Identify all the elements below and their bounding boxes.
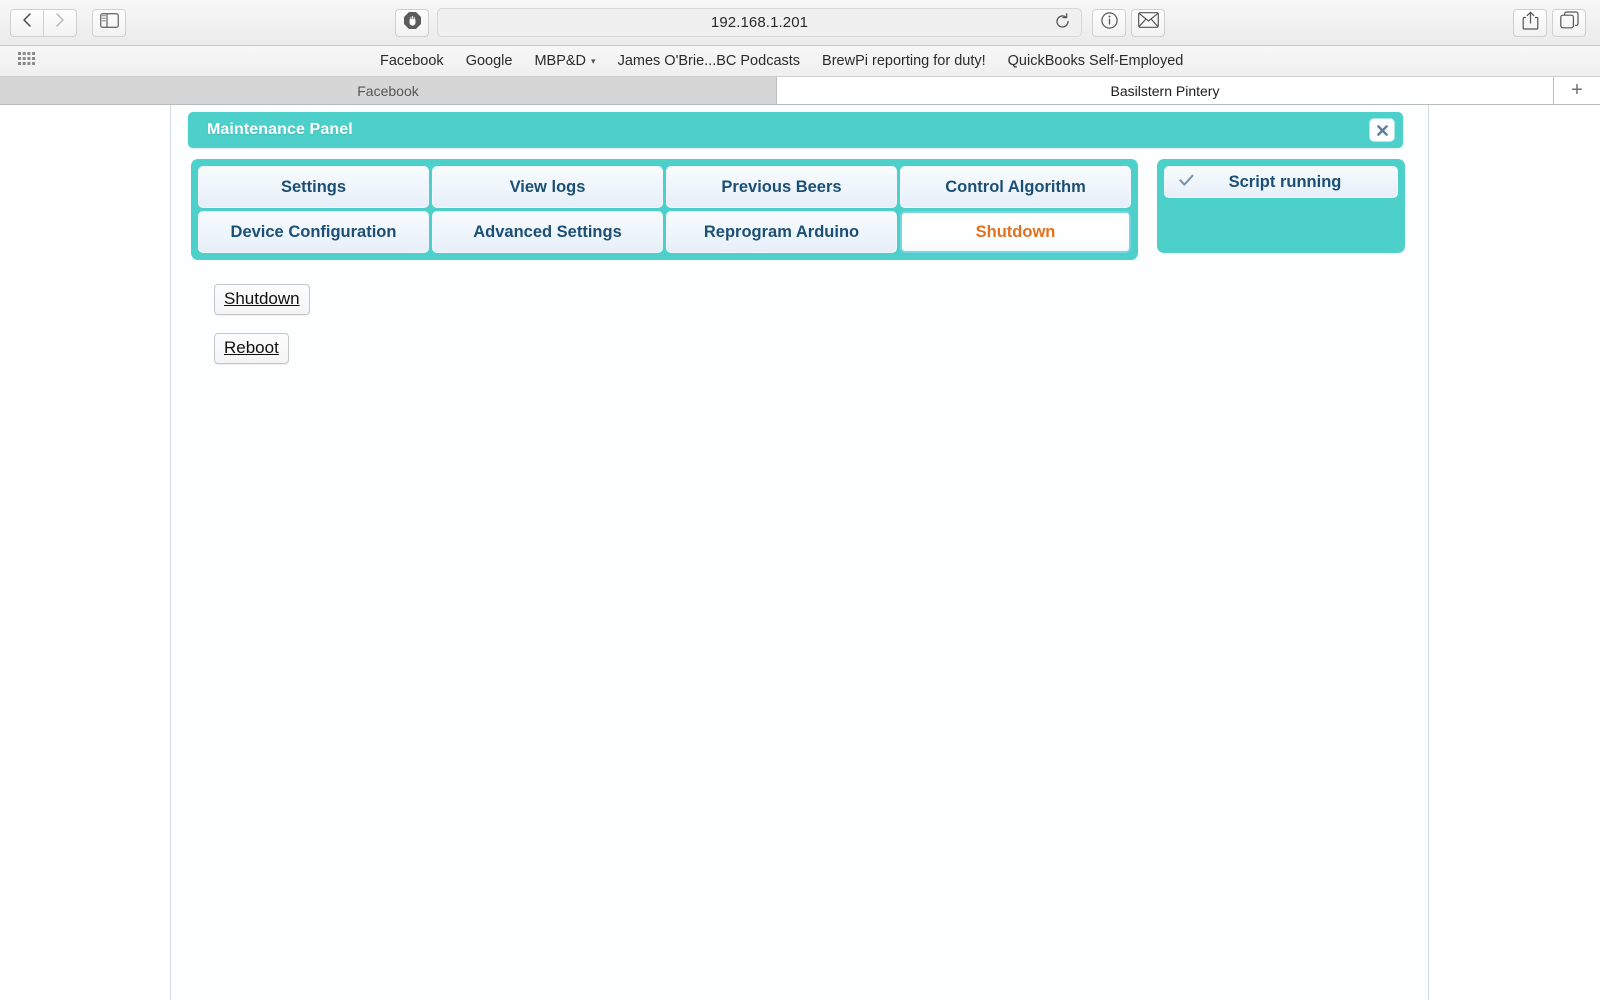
info-circle-icon [1100,11,1119,35]
url-text: 192.168.1.201 [710,14,809,31]
reload-icon[interactable] [1054,13,1071,35]
url-zone: 192.168.1.201 [395,8,1165,37]
new-tab-button[interactable]: + [1554,77,1600,104]
tab-label: Shutdown [975,222,1056,241]
tab-label: Advanced Settings [473,222,622,241]
browser-toolbar: 192.168.1.201 [0,0,1600,46]
shutdown-button[interactable]: Shutdown [214,284,310,315]
sidebar-toggle-icon [99,12,119,33]
browser-tab-basilstern-pintery[interactable]: Basilstern Pintery [777,77,1554,104]
bookmarks-grid-icon [18,51,36,70]
tab-shutdown[interactable]: Shutdown [900,211,1131,253]
bookmark-label: Facebook [380,53,444,69]
bookmark-label: QuickBooks Self-Employed [1007,53,1184,69]
tab-label: Device Configuration [230,222,397,241]
browser-tab-strip: Facebook Basilstern Pintery + [0,77,1600,105]
bookmark-quickbooks[interactable]: QuickBooks Self-Employed [1008,53,1184,69]
tab-previous-beers[interactable]: Previous Beers [666,166,897,208]
tab-label: View logs [509,177,586,196]
chevron-left-icon [21,12,33,33]
close-button[interactable] [1370,119,1394,141]
script-status-block: Script running [1157,159,1405,253]
forward-button[interactable] [43,8,77,37]
close-x-icon [1376,124,1389,137]
bookmark-google[interactable]: Google [466,53,513,69]
tab-label: Control Algorithm [945,177,1086,196]
toolbar-right-group [1513,8,1586,37]
share-upload-icon [1522,11,1539,35]
back-button[interactable] [10,8,44,37]
tab-label: Reprogram Arduino [703,222,860,241]
maintenance-panel: Maintenance Panel Settings View logs Pre… [171,112,1405,364]
bookmark-label: James O'Brie...BC Podcasts [617,53,801,69]
maintenance-panel-header: Maintenance Panel [188,112,1403,148]
maintenance-tabs-row: Settings View logs Previous Beers Contro… [191,159,1405,260]
reader-info-button[interactable] [1092,8,1126,37]
plus-icon: + [1571,79,1583,101]
sidebar-toggle-button[interactable] [92,8,126,37]
tab-settings[interactable]: Settings [198,166,429,208]
tab-label: Basilstern Pintery [1110,82,1220,99]
bookmark-label: MBP&D [534,53,587,69]
bookmark-mbpd[interactable]: MBP&D ▾ [534,53,595,69]
maintenance-nav-block: Settings View logs Previous Beers Contro… [191,159,1138,260]
share-button[interactable] [1513,8,1547,37]
reboot-button-wrap: Reboot [214,333,1405,364]
reboot-button[interactable]: Reboot [214,333,289,364]
tab-overview-icon [1559,11,1579,34]
shutdown-button-wrap: Shutdown [214,284,1405,315]
bookmark-facebook[interactable]: Facebook [380,53,444,69]
tab-view-logs[interactable]: View logs [432,166,663,208]
status-badge[interactable]: Script running [1164,166,1398,198]
adblock-button[interactable] [395,8,429,37]
chevron-right-icon [54,12,66,33]
bookmarks-grid-button[interactable] [18,51,36,71]
actions-spacer [214,315,1405,333]
bookmark-label: BrewPi reporting for duty! [822,53,986,69]
browser-tab-facebook[interactable]: Facebook [0,77,777,104]
brewpi-content-container: Maintenance Panel Settings View logs Pre… [170,105,1429,1000]
bookmark-label: Google [465,53,513,69]
bookmark-james-obrien[interactable]: James O'Brie...BC Podcasts [618,53,800,69]
chevron-down-icon: ▾ [591,55,596,66]
tab-reprogram-arduino[interactable]: Reprogram Arduino [666,211,897,253]
bookmark-brewpi[interactable]: BrewPi reporting for duty! [822,53,986,69]
page-title: Maintenance Panel [207,121,353,138]
address-bar[interactable]: 192.168.1.201 [437,8,1082,37]
mail-button[interactable] [1131,8,1165,37]
navigation-button-group [10,8,77,37]
tab-control-algorithm[interactable]: Control Algorithm [900,166,1131,208]
page-viewport: Maintenance Panel Settings View logs Pre… [0,105,1600,1000]
tab-label: Settings [280,177,347,196]
bookmarks-list: Facebook Google MBP&D ▾ James O'Brie...B… [380,53,1183,69]
tab-overview-button[interactable] [1552,8,1586,37]
tab-device-configuration[interactable]: Device Configuration [198,211,429,253]
bookmarks-bar: Facebook Google MBP&D ▾ James O'Brie...B… [0,46,1600,77]
adblock-shield-icon [403,11,422,35]
maintenance-actions: Shutdown Reboot [214,284,1405,364]
check-mark-icon [1179,174,1209,191]
tab-label: Previous Beers [721,177,842,196]
status-label: Script running [1228,172,1342,191]
tab-advanced-settings[interactable]: Advanced Settings [432,211,663,253]
mail-envelope-icon [1137,12,1159,33]
tab-label: Facebook [357,82,419,99]
